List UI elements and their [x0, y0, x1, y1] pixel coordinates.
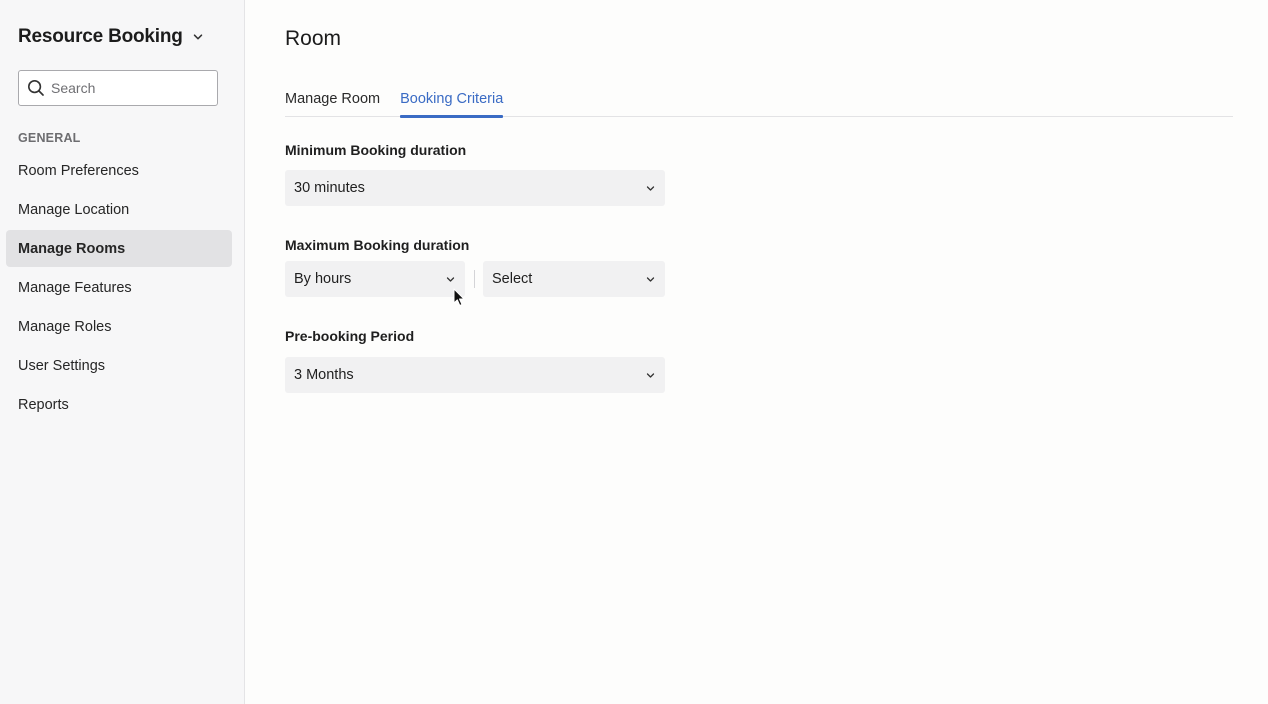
sidebar-nav: Room Preferences Manage Location Manage …	[6, 152, 232, 425]
pre-booking-select[interactable]: 3 Months	[285, 357, 665, 393]
sidebar-item-label: Manage Features	[18, 279, 132, 296]
sidebar-item-label: Reports	[18, 396, 69, 413]
max-duration-unit-value: By hours	[294, 271, 352, 287]
min-duration-select[interactable]: 30 minutes	[285, 170, 665, 206]
sidebar-item-manage-location[interactable]: Manage Location	[6, 191, 232, 228]
sidebar-item-label: Manage Roles	[18, 318, 112, 335]
chevron-down-icon	[646, 371, 655, 380]
max-duration-unit-select[interactable]: By hours	[285, 261, 465, 297]
sidebar-item-manage-roles[interactable]: Manage Roles	[6, 308, 232, 345]
sidebar-item-label: Manage Location	[18, 201, 130, 218]
max-duration-amount-select[interactable]: Select	[483, 261, 665, 297]
chevron-down-icon	[646, 184, 655, 193]
min-duration-label: Minimum Booking duration	[285, 142, 467, 158]
sidebar-item-label: Manage Rooms	[18, 240, 126, 257]
min-duration-value: 30 minutes	[294, 180, 365, 196]
sidebar: Resource Booking GENERAL Room Preference…	[0, 0, 245, 704]
chevron-down-icon	[446, 275, 455, 284]
sidebar-item-room-preferences[interactable]: Room Preferences	[6, 152, 232, 189]
pre-booking-label: Pre-booking Period	[285, 328, 415, 344]
chevron-down-icon	[646, 275, 655, 284]
tab-manage-room[interactable]: Manage Room	[285, 86, 380, 117]
sidebar-item-reports[interactable]: Reports	[6, 386, 232, 423]
sidebar-item-label: Room Preferences	[18, 162, 139, 179]
app-switcher[interactable]: Resource Booking	[18, 26, 203, 48]
mouse-pointer-icon	[453, 288, 467, 308]
page-title: Room	[285, 27, 342, 50]
tab-bar: Manage Room Booking Criteria	[285, 86, 1233, 118]
sidebar-item-manage-features[interactable]: Manage Features	[6, 269, 232, 306]
max-duration-label: Maximum Booking duration	[285, 237, 470, 253]
search-input[interactable]	[51, 80, 211, 96]
pre-booking-value: 3 Months	[294, 367, 354, 383]
main-content: Room Manage Room Booking Criteria Minimu…	[245, 0, 1268, 704]
select-divider	[474, 270, 475, 288]
section-label-general: GENERAL	[18, 131, 81, 145]
sidebar-item-label: User Settings	[18, 357, 106, 374]
sidebar-item-manage-rooms[interactable]: Manage Rooms	[6, 230, 232, 267]
search-box[interactable]	[18, 70, 218, 106]
chevron-down-icon	[193, 32, 203, 42]
app-title: Resource Booking	[18, 26, 183, 47]
tab-booking-criteria[interactable]: Booking Criteria	[400, 86, 504, 118]
app-root: Resource Booking GENERAL Room Preference…	[0, 0, 1268, 704]
max-duration-amount-value: Select	[492, 271, 533, 287]
sidebar-item-user-settings[interactable]: User Settings	[6, 347, 232, 384]
search-icon	[27, 79, 45, 97]
